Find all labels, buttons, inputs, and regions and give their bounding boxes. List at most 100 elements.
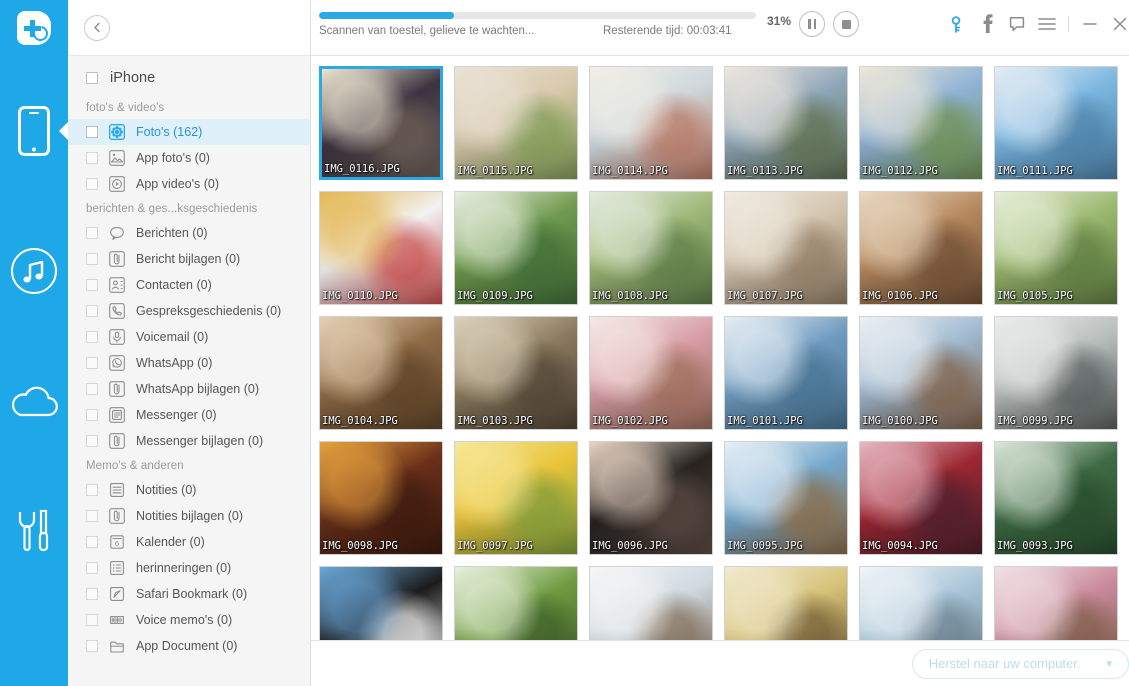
safari-bookmark-checkbox[interactable] <box>86 588 98 600</box>
photo-thumbnail[interactable]: IMG_0113.JPG <box>724 66 848 180</box>
sidebar-item-whatsapp[interactable]: WhatsApp (0) <box>68 350 310 376</box>
photo-thumbnail[interactable]: IMG_0088.JPG <box>859 566 983 640</box>
photo-grid-area[interactable]: IMG_0116.JPG IMG_0115.JPG IMG_0114.JPG IMG_… <box>311 56 1129 640</box>
rail-item-itunes[interactable] <box>0 206 68 336</box>
close-icon[interactable] <box>1105 9 1129 39</box>
contacten-checkbox[interactable] <box>86 279 98 291</box>
twitter-bubble-icon[interactable] <box>1002 9 1032 39</box>
photo-thumbnail[interactable]: IMG_0114.JPG <box>589 66 713 180</box>
messenger-checkbox[interactable] <box>86 409 98 421</box>
sidebar-device-row[interactable]: iPhone <box>68 64 310 92</box>
key-icon[interactable] <box>942 9 972 39</box>
bericht-bijlagen-checkbox[interactable] <box>86 253 98 265</box>
photo-thumbnail[interactable]: IMG_0102.JPG <box>589 316 713 430</box>
photo-thumbnail[interactable]: IMG_0091.JPG <box>454 566 578 640</box>
sidebar-item-herinneringen[interactable]: herinneringen (0) <box>68 555 310 581</box>
photo-thumbnail[interactable]: IMG_0096.JPG <box>589 441 713 555</box>
sidebar-item-notities-bijlagen[interactable]: Notities bijlagen (0) <box>68 503 310 529</box>
sidebar-item-whatsapp-bijlagen[interactable]: WhatsApp bijlagen (0) <box>68 376 310 402</box>
photo-image <box>860 567 982 640</box>
photo-thumbnail[interactable]: IMG_0100.JPG <box>859 316 983 430</box>
photo-thumbnail[interactable]: IMG_0110.JPG <box>319 191 443 305</box>
rail-item-device[interactable] <box>0 56 68 206</box>
sidebar-item-messenger[interactable]: Messenger (0) <box>68 402 310 428</box>
sidebar-item-voicemail[interactable]: Voicemail (0) <box>68 324 310 350</box>
photo-thumbnail[interactable]: IMG_0097.JPG <box>454 441 578 555</box>
sidebar: iPhone foto's & video's Foto's (162) App… <box>68 0 311 686</box>
sidebar-item-kalender[interactable]: 6 Kalender (0) <box>68 529 310 555</box>
whatsapp-checkbox[interactable] <box>86 357 98 369</box>
sidebar-item-messenger-bijlagen[interactable]: Messenger bijlagen (0) <box>68 428 310 454</box>
photo-thumbnail[interactable]: IMG_0112.JPG <box>859 66 983 180</box>
sidebar-item-label: Notities bijlagen (0) <box>136 509 243 523</box>
photo-thumbnail[interactable]: IMG_0111.JPG <box>994 66 1118 180</box>
minimize-icon[interactable] <box>1075 9 1105 39</box>
photo-thumbnail[interactable]: IMG_0104.JPG <box>319 316 443 430</box>
photo-image-overlay <box>320 192 442 304</box>
sidebar-item-photos[interactable]: Foto's (162) <box>68 119 310 145</box>
sidebar-item-gespreksgeschiedenis[interactable]: Gespreksgeschiedenis (0) <box>68 298 310 324</box>
app-document-checkbox[interactable] <box>86 640 98 652</box>
sidebar-item-voice-memos[interactable]: Voice memo's (0) <box>68 607 310 633</box>
photo-filename: IMG_0102.JPG <box>592 415 668 427</box>
photo-thumbnail[interactable]: IMG_0103.JPG <box>454 316 578 430</box>
photo-thumbnail[interactable]: IMG_0095.JPG <box>724 441 848 555</box>
voicemail-checkbox[interactable] <box>86 331 98 343</box>
photo-image-overlay <box>455 442 577 554</box>
berichten-checkbox[interactable] <box>86 227 98 239</box>
photo-thumbnail[interactable]: IMG_0115.JPG <box>454 66 578 180</box>
photo-thumbnail[interactable]: IMG_0087.JPG <box>994 566 1118 640</box>
device-checkbox[interactable] <box>86 72 98 84</box>
photo-thumbnail[interactable]: IMG_0093.JPG <box>994 441 1118 555</box>
whatsapp-icon <box>108 354 126 372</box>
sidebar-item-bericht-bijlagen[interactable]: Bericht bijlagen (0) <box>68 246 310 272</box>
sidebar-item-contacten[interactable]: Contacten (0) <box>68 272 310 298</box>
recover-to-computer-button[interactable]: Herstel naar uw computer. ▾ <box>911 648 1129 679</box>
phone-icon <box>18 106 50 156</box>
back-button[interactable] <box>84 14 110 41</box>
pause-button[interactable] <box>799 11 826 37</box>
photo-thumbnail[interactable]: IMG_0105.JPG <box>994 191 1118 305</box>
app-videos-checkbox[interactable] <box>86 178 98 190</box>
photo-thumbnail[interactable]: IMG_0109.JPG <box>454 191 578 305</box>
photo-thumbnail[interactable]: IMG_0094.JPG <box>859 441 983 555</box>
photo-thumbnail[interactable]: IMG_0099.JPG <box>994 316 1118 430</box>
rail-item-tools[interactable] <box>0 466 68 596</box>
photo-thumbnail[interactable]: IMG_0108.JPG <box>589 191 713 305</box>
notities-bijlagen-checkbox[interactable] <box>86 510 98 522</box>
herinneringen-checkbox[interactable] <box>86 562 98 574</box>
sidebar-item-safari-bookmark[interactable]: Safari Bookmark (0) <box>68 581 310 607</box>
photo-grid: IMG_0116.JPG IMG_0115.JPG IMG_0114.JPG IMG_… <box>319 66 1129 640</box>
safari-compass-icon <box>108 585 126 603</box>
voice-memos-checkbox[interactable] <box>86 614 98 626</box>
photo-thumbnail[interactable]: IMG_0098.JPG <box>319 441 443 555</box>
facebook-icon[interactable] <box>972 9 1002 39</box>
sidebar-item-app-photos[interactable]: App foto's (0) <box>68 145 310 171</box>
sidebar-item-app-document[interactable]: App Document (0) <box>68 633 310 659</box>
app-photos-checkbox[interactable] <box>86 152 98 164</box>
photo-thumbnail[interactable]: IMG_0107.JPG <box>724 191 848 305</box>
sidebar-item-app-videos[interactable]: App video's (0) <box>68 171 310 197</box>
gespreksgeschiedenis-checkbox[interactable] <box>86 305 98 317</box>
kalender-checkbox[interactable] <box>86 536 98 548</box>
photo-image-overlay <box>322 69 440 177</box>
photo-image-overlay <box>860 317 982 429</box>
photo-thumbnail[interactable]: IMG_0101.JPG <box>724 316 848 430</box>
whatsapp-bijlagen-checkbox[interactable] <box>86 383 98 395</box>
photo-image <box>455 317 577 429</box>
notities-checkbox[interactable] <box>86 484 98 496</box>
rail-item-icloud[interactable] <box>0 336 68 466</box>
menu-hamburger-icon[interactable] <box>1032 9 1062 39</box>
messenger-bijlagen-checkbox[interactable] <box>86 435 98 447</box>
photo-thumbnail[interactable]: IMG_0106.JPG <box>859 191 983 305</box>
photo-image-overlay <box>995 317 1117 429</box>
photo-thumbnail[interactable]: IMG_0089.JPG <box>724 566 848 640</box>
sidebar-item-berichten[interactable]: Berichten (0) <box>68 220 310 246</box>
photo-image <box>455 567 577 640</box>
photos-checkbox[interactable] <box>86 126 98 138</box>
photo-thumbnail[interactable]: IMG_0090.JPG <box>589 566 713 640</box>
stop-button[interactable] <box>833 11 860 37</box>
sidebar-item-notities[interactable]: Notities (0) <box>68 477 310 503</box>
photo-thumbnail[interactable]: IMG_0092.JPG <box>319 566 443 640</box>
photo-thumbnail[interactable]: IMG_0116.JPG <box>319 66 443 180</box>
